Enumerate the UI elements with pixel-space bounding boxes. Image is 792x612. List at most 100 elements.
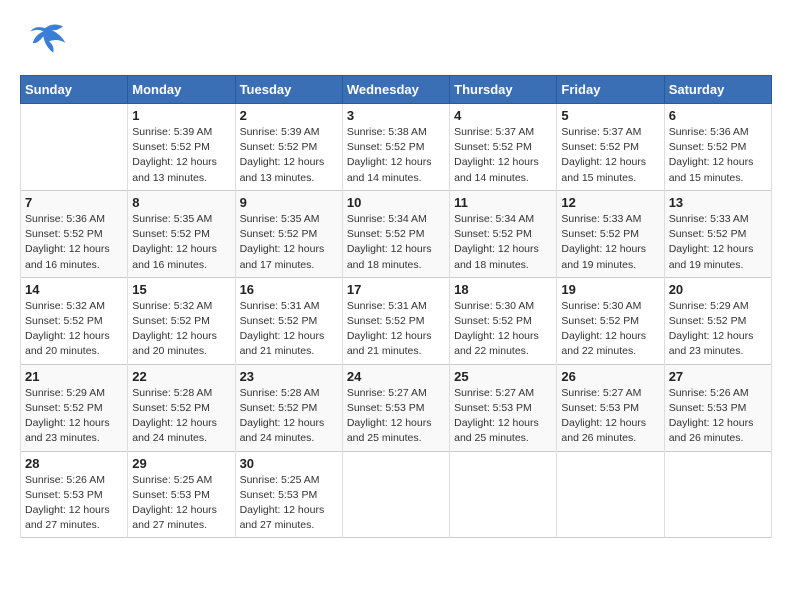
day-info: Sunrise: 5:36 AM Sunset: 5:52 PM Dayligh… [25,212,123,273]
week-row-2: 7 Sunrise: 5:36 AM Sunset: 5:52 PM Daylig… [21,190,772,277]
day-info: Sunrise: 5:28 AM Sunset: 5:52 PM Dayligh… [132,386,230,447]
day-info: Sunrise: 5:29 AM Sunset: 5:52 PM Dayligh… [669,299,767,360]
day-info: Sunrise: 5:34 AM Sunset: 5:52 PM Dayligh… [454,212,552,273]
col-header-monday: Monday [128,76,235,104]
day-number: 11 [454,195,552,210]
calendar-cell: 29 Sunrise: 5:25 AM Sunset: 5:53 PM Dayli… [128,451,235,538]
day-number: 13 [669,195,767,210]
col-header-thursday: Thursday [450,76,557,104]
calendar-cell [342,451,449,538]
calendar-cell: 4 Sunrise: 5:37 AM Sunset: 5:52 PM Daylig… [450,104,557,191]
calendar-cell: 14 Sunrise: 5:32 AM Sunset: 5:52 PM Dayli… [21,277,128,364]
calendar-table: SundayMondayTuesdayWednesdayThursdayFrid… [20,75,772,538]
day-number: 26 [561,369,659,384]
week-row-4: 21 Sunrise: 5:29 AM Sunset: 5:52 PM Dayli… [21,364,772,451]
day-info: Sunrise: 5:38 AM Sunset: 5:52 PM Dayligh… [347,125,445,186]
week-row-1: 1 Sunrise: 5:39 AM Sunset: 5:52 PM Daylig… [21,104,772,191]
day-number: 12 [561,195,659,210]
day-number: 6 [669,108,767,123]
day-number: 21 [25,369,123,384]
day-info: Sunrise: 5:26 AM Sunset: 5:53 PM Dayligh… [669,386,767,447]
day-info: Sunrise: 5:39 AM Sunset: 5:52 PM Dayligh… [132,125,230,186]
day-info: Sunrise: 5:37 AM Sunset: 5:52 PM Dayligh… [561,125,659,186]
day-number: 2 [240,108,338,123]
day-number: 3 [347,108,445,123]
calendar-cell: 21 Sunrise: 5:29 AM Sunset: 5:52 PM Dayli… [21,364,128,451]
page-header [20,20,772,65]
calendar-cell [557,451,664,538]
week-row-3: 14 Sunrise: 5:32 AM Sunset: 5:52 PM Dayli… [21,277,772,364]
day-info: Sunrise: 5:27 AM Sunset: 5:53 PM Dayligh… [347,386,445,447]
day-number: 19 [561,282,659,297]
calendar-header-row: SundayMondayTuesdayWednesdayThursdayFrid… [21,76,772,104]
calendar-cell: 7 Sunrise: 5:36 AM Sunset: 5:52 PM Daylig… [21,190,128,277]
calendar-cell: 6 Sunrise: 5:36 AM Sunset: 5:52 PM Daylig… [664,104,771,191]
col-header-wednesday: Wednesday [342,76,449,104]
day-number: 28 [25,456,123,471]
day-number: 25 [454,369,552,384]
calendar-cell: 27 Sunrise: 5:26 AM Sunset: 5:53 PM Dayli… [664,364,771,451]
col-header-saturday: Saturday [664,76,771,104]
calendar-cell [664,451,771,538]
day-number: 14 [25,282,123,297]
week-row-5: 28 Sunrise: 5:26 AM Sunset: 5:53 PM Dayli… [21,451,772,538]
day-info: Sunrise: 5:29 AM Sunset: 5:52 PM Dayligh… [25,386,123,447]
calendar-cell: 15 Sunrise: 5:32 AM Sunset: 5:52 PM Dayli… [128,277,235,364]
day-info: Sunrise: 5:35 AM Sunset: 5:52 PM Dayligh… [240,212,338,273]
calendar-cell: 3 Sunrise: 5:38 AM Sunset: 5:52 PM Daylig… [342,104,449,191]
day-info: Sunrise: 5:30 AM Sunset: 5:52 PM Dayligh… [561,299,659,360]
day-info: Sunrise: 5:33 AM Sunset: 5:52 PM Dayligh… [561,212,659,273]
day-number: 9 [240,195,338,210]
day-info: Sunrise: 5:27 AM Sunset: 5:53 PM Dayligh… [454,386,552,447]
day-info: Sunrise: 5:37 AM Sunset: 5:52 PM Dayligh… [454,125,552,186]
calendar-cell: 23Sunrise: 5:28 AM Sunset: 5:52 PM Dayli… [235,364,342,451]
day-info: Sunrise: 5:31 AM Sunset: 5:52 PM Dayligh… [240,299,338,360]
calendar-cell: 22 Sunrise: 5:28 AM Sunset: 5:52 PM Dayli… [128,364,235,451]
day-number: 29 [132,456,230,471]
day-number: 15 [132,282,230,297]
calendar-cell: 19 Sunrise: 5:30 AM Sunset: 5:52 PM Dayli… [557,277,664,364]
calendar-cell: 1 Sunrise: 5:39 AM Sunset: 5:52 PM Daylig… [128,104,235,191]
day-number: 16 [240,282,338,297]
day-number: 5 [561,108,659,123]
day-info: Sunrise: 5:34 AM Sunset: 5:52 PM Dayligh… [347,212,445,273]
calendar-cell: 9 Sunrise: 5:35 AM Sunset: 5:52 PM Daylig… [235,190,342,277]
day-number: 4 [454,108,552,123]
day-info: Sunrise: 5:27 AM Sunset: 5:53 PM Dayligh… [561,386,659,447]
calendar-cell: 2 Sunrise: 5:39 AM Sunset: 5:52 PM Daylig… [235,104,342,191]
day-info: Sunrise: 5:36 AM Sunset: 5:52 PM Dayligh… [669,125,767,186]
calendar-cell [450,451,557,538]
calendar-cell: 30Sunrise: 5:25 AM Sunset: 5:53 PM Dayli… [235,451,342,538]
calendar-cell: 28 Sunrise: 5:26 AM Sunset: 5:53 PM Dayli… [21,451,128,538]
day-info: Sunrise: 5:25 AM Sunset: 5:53 PM Dayligh… [132,473,230,534]
day-info: Sunrise: 5:35 AM Sunset: 5:52 PM Dayligh… [132,212,230,273]
day-number: 17 [347,282,445,297]
day-number: 23 [240,369,338,384]
calendar-cell: 8 Sunrise: 5:35 AM Sunset: 5:52 PM Daylig… [128,190,235,277]
calendar-cell: 16 Sunrise: 5:31 AM Sunset: 5:52 PM Dayli… [235,277,342,364]
day-number: 27 [669,369,767,384]
calendar-cell: 11 Sunrise: 5:34 AM Sunset: 5:52 PM Dayli… [450,190,557,277]
calendar-cell: 5 Sunrise: 5:37 AM Sunset: 5:52 PM Daylig… [557,104,664,191]
day-number: 30 [240,456,338,471]
day-info: Sunrise: 5:26 AM Sunset: 5:53 PM Dayligh… [25,473,123,534]
calendar-cell: 25 Sunrise: 5:27 AM Sunset: 5:53 PM Dayli… [450,364,557,451]
day-number: 7 [25,195,123,210]
day-number: 24 [347,369,445,384]
logo-icon [20,20,70,65]
day-info: Sunrise: 5:39 AM Sunset: 5:52 PM Dayligh… [240,125,338,186]
col-header-friday: Friday [557,76,664,104]
day-info: Sunrise: 5:33 AM Sunset: 5:52 PM Dayligh… [669,212,767,273]
calendar-cell: 24 Sunrise: 5:27 AM Sunset: 5:53 PM Dayli… [342,364,449,451]
calendar-cell: 13 Sunrise: 5:33 AM Sunset: 5:52 PM Dayli… [664,190,771,277]
calendar-cell: 17 Sunrise: 5:31 AM Sunset: 5:52 PM Dayli… [342,277,449,364]
day-number: 20 [669,282,767,297]
day-info: Sunrise: 5:31 AM Sunset: 5:52 PM Dayligh… [347,299,445,360]
day-info: Sunrise: 5:32 AM Sunset: 5:52 PM Dayligh… [132,299,230,360]
day-number: 1 [132,108,230,123]
col-header-sunday: Sunday [21,76,128,104]
day-info: Sunrise: 5:32 AM Sunset: 5:52 PM Dayligh… [25,299,123,360]
day-number: 8 [132,195,230,210]
day-number: 22 [132,369,230,384]
calendar-cell: 18Sunrise: 5:30 AM Sunset: 5:52 PM Dayli… [450,277,557,364]
